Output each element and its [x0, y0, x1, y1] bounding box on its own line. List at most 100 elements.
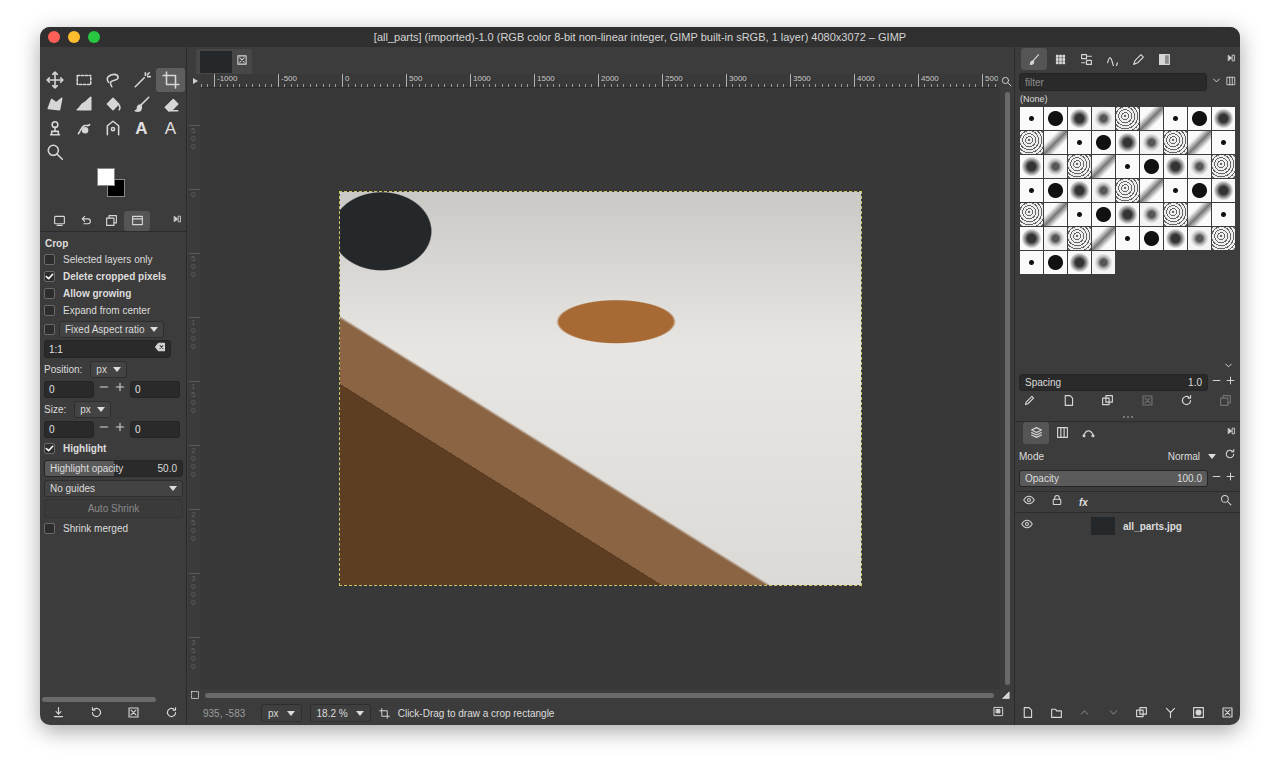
brush-thumbnail[interactable] [1020, 155, 1043, 178]
y-field[interactable]: 0 [130, 381, 180, 398]
brush-thumbnail[interactable] [1068, 251, 1091, 274]
brush-thumbnail[interactable] [1044, 155, 1067, 178]
brush-thumbnail[interactable] [1068, 203, 1091, 226]
zoom-menu[interactable]: 18.2 % [310, 704, 371, 722]
fuzzy-select-tool[interactable] [127, 68, 156, 92]
ruler-menu-button[interactable] [189, 74, 201, 88]
restore-options-button[interactable] [90, 706, 103, 723]
options-scrollbar[interactable] [40, 695, 186, 703]
brush-thumbnail[interactable] [1092, 107, 1115, 130]
reset-options-button[interactable] [165, 706, 178, 723]
brush-thumbnail[interactable] [1092, 131, 1115, 154]
option-row[interactable]: Delete cropped pixels [44, 268, 183, 285]
brush-thumbnail[interactable] [1068, 131, 1091, 154]
x-field[interactable]: 0 [44, 421, 94, 438]
fonts-tab[interactable] [1073, 48, 1099, 70]
brush-thumbnail[interactable] [1188, 227, 1211, 250]
brush-thumbnail[interactable] [1164, 179, 1187, 202]
brush-thumbnail[interactable] [1092, 155, 1115, 178]
checkbox[interactable] [44, 271, 55, 282]
brush-thumbnail[interactable] [1140, 203, 1163, 226]
brush-thumbnail[interactable] [1044, 227, 1067, 250]
clear-button[interactable] [154, 341, 166, 357]
brush-thumbnail[interactable] [1068, 155, 1091, 178]
brush-thumbnail[interactable] [1044, 131, 1067, 154]
new-layer-button[interactable] [1021, 706, 1034, 723]
warp-transform-tool[interactable] [69, 92, 98, 116]
search-layers-button[interactable] [1220, 494, 1232, 510]
option-row[interactable]: Expand from center [44, 302, 183, 319]
brush-thumbnail[interactable] [1116, 155, 1139, 178]
brush-thumbnail[interactable] [1212, 107, 1235, 130]
navigate-button[interactable] [998, 689, 1014, 701]
lock-header[interactable] [1051, 494, 1063, 510]
tab-menu-button[interactable] [172, 213, 182, 228]
edit-brush-button[interactable] [1023, 394, 1036, 411]
gradients-tab[interactable] [1151, 48, 1177, 70]
expand-button[interactable] [1015, 357, 1240, 373]
option-row[interactable]: Shrink merged [44, 519, 183, 538]
canvas[interactable] [201, 88, 1000, 689]
brush-thumbnail[interactable] [1044, 179, 1067, 202]
highlight-opacity-slider[interactable]: Highlight opacity50.0 [44, 460, 183, 477]
raise-layer-button[interactable] [1078, 706, 1091, 723]
text-outline-tool[interactable]: A [156, 116, 185, 140]
unit-menu[interactable]: px [261, 704, 302, 722]
brush-thumbnail[interactable] [1188, 179, 1211, 202]
dock-separator[interactable] [1015, 413, 1240, 421]
checkbox[interactable] [44, 305, 55, 316]
image[interactable] [340, 192, 861, 585]
brush-thumbnail[interactable] [1116, 203, 1139, 226]
cage-transform-tool[interactable] [40, 92, 69, 116]
y-field[interactable]: 0 [130, 421, 180, 438]
brush-thumbnail[interactable] [1068, 107, 1091, 130]
brush-thumbnail[interactable] [1092, 227, 1115, 250]
unit-dropdown[interactable]: px [90, 361, 127, 378]
close-button[interactable] [48, 31, 60, 43]
brush-thumbnail[interactable] [1092, 203, 1115, 226]
zoom-tool[interactable] [40, 140, 69, 164]
brush-thumbnail[interactable] [1140, 155, 1163, 178]
brush-thumbnail[interactable] [1140, 131, 1163, 154]
dock-menu-button[interactable] [1226, 52, 1236, 67]
brush-thumbnail[interactable] [1020, 251, 1043, 274]
brush-thumbnail[interactable] [1140, 227, 1163, 250]
tag-settings-button[interactable] [1226, 75, 1236, 90]
horizontal-scrollbar[interactable] [201, 689, 998, 701]
brush-thumbnail[interactable] [1116, 107, 1139, 130]
zoom-fit-button[interactable] [998, 74, 1014, 88]
brushes-tab[interactable] [1021, 48, 1047, 70]
zoom-button[interactable] [88, 31, 100, 43]
brush-thumbnail[interactable] [1044, 251, 1067, 274]
layer-row[interactable]: all_parts.jpg [1015, 515, 1240, 537]
duplicate-layer-button[interactable] [1135, 706, 1148, 723]
foreground-color[interactable] [97, 168, 115, 186]
brush-thumbnail[interactable] [1020, 203, 1043, 226]
brush-thumbnail[interactable] [1020, 131, 1043, 154]
images-tab[interactable] [98, 211, 124, 231]
unit-dropdown[interactable]: px [74, 401, 111, 418]
aspect-dropdown[interactable]: Fixed Aspect ratio [59, 321, 164, 338]
checkbox[interactable] [44, 254, 55, 265]
brush-thumbnail[interactable] [1212, 179, 1235, 202]
brush-thumbnail[interactable] [1164, 155, 1187, 178]
brush-thumbnail[interactable] [1068, 179, 1091, 202]
tool-options-tab[interactable] [124, 211, 150, 231]
paintbrush-tool[interactable] [127, 92, 156, 116]
eraser-tool[interactable] [156, 92, 185, 116]
brush-thumbnail[interactable] [1044, 107, 1067, 130]
brush-thumbnail[interactable] [1116, 131, 1139, 154]
rect-select-tool[interactable] [69, 68, 98, 92]
delete-options-button[interactable] [127, 706, 140, 723]
quick-mask-button[interactable] [189, 689, 201, 701]
increase-button[interactable] [1225, 471, 1236, 486]
vertical-scrollbar[interactable] [1000, 88, 1014, 689]
move-tool[interactable] [40, 68, 69, 92]
increase-button[interactable] [1225, 375, 1236, 390]
decrease-button[interactable] [1211, 471, 1222, 486]
delete-layer-button[interactable] [1221, 706, 1234, 723]
brush-thumbnail[interactable] [1068, 227, 1091, 250]
checkbox[interactable] [44, 324, 55, 335]
brush-thumbnail[interactable] [1164, 203, 1187, 226]
brush-thumbnail[interactable] [1092, 251, 1115, 274]
